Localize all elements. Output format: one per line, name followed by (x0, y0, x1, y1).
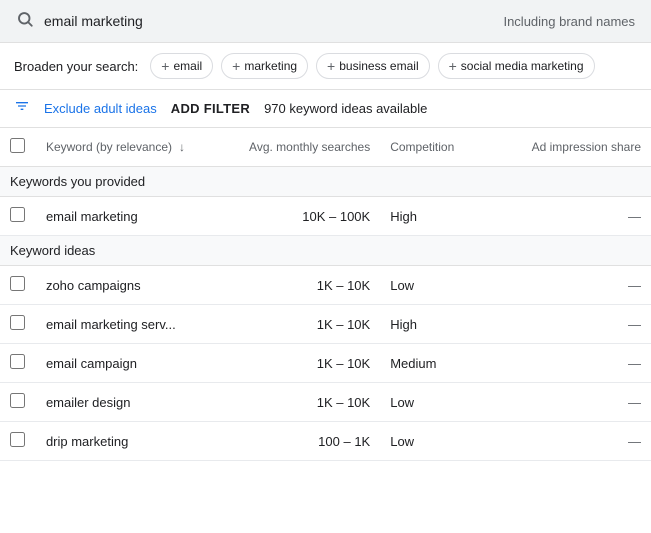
row-competition: Low (380, 422, 517, 461)
plus-icon: + (232, 58, 240, 74)
row-avg: 1K – 10K (216, 383, 381, 422)
tag-social-media-marketing[interactable]: + social media marketing (438, 53, 595, 79)
row-avg: 10K – 100K (216, 197, 381, 236)
section-title: Keyword ideas (0, 236, 651, 266)
tag-marketing-label: marketing (244, 59, 297, 73)
row-keyword: emailer design (36, 383, 216, 422)
row-checkbox[interactable] (10, 207, 25, 222)
table-row: emailer design 1K – 10K Low — (0, 383, 651, 422)
plus-icon: + (161, 58, 169, 74)
row-ad-impression: — (517, 383, 651, 422)
keyword-count: 970 keyword ideas available (264, 101, 427, 116)
row-checkbox-cell (0, 197, 36, 236)
section-header-row: Keywords you provided (0, 167, 651, 197)
row-keyword: email marketing serv... (36, 305, 216, 344)
row-keyword: email campaign (36, 344, 216, 383)
plus-icon: + (327, 58, 335, 74)
search-bar: email marketing Including brand names (0, 0, 651, 43)
table-row: zoho campaigns 1K – 10K Low — (0, 266, 651, 305)
header-keyword[interactable]: Keyword (by relevance) ↓ (36, 128, 216, 167)
select-all-checkbox[interactable] (10, 138, 25, 153)
search-icon (16, 10, 34, 32)
row-checkbox[interactable] (10, 393, 25, 408)
exclude-adult-link[interactable]: Exclude adult ideas (44, 101, 157, 116)
sort-arrow-icon: ↓ (179, 140, 185, 154)
plus-icon: + (449, 58, 457, 74)
row-avg: 1K – 10K (216, 305, 381, 344)
row-ad-impression: — (517, 197, 651, 236)
row-ad-impression: — (517, 266, 651, 305)
table-row: email campaign 1K – 10K Medium — (0, 344, 651, 383)
filter-icon (14, 98, 30, 119)
row-checkbox[interactable] (10, 354, 25, 369)
table-row: drip marketing 100 – 1K Low — (0, 422, 651, 461)
section-title: Keywords you provided (0, 167, 651, 197)
row-avg: 1K – 10K (216, 266, 381, 305)
tag-email-label: email (173, 59, 202, 73)
table-row: email marketing 10K – 100K High — (0, 197, 651, 236)
search-query: email marketing (44, 13, 493, 29)
header-competition[interactable]: Competition (380, 128, 517, 167)
row-avg: 100 – 1K (216, 422, 381, 461)
row-checkbox[interactable] (10, 432, 25, 447)
header-avg[interactable]: Avg. monthly searches (216, 128, 381, 167)
tag-marketing[interactable]: + marketing (221, 53, 308, 79)
tag-business-email[interactable]: + business email (316, 53, 430, 79)
header-ad-impression[interactable]: Ad impression share (517, 128, 651, 167)
row-avg: 1K – 10K (216, 344, 381, 383)
row-checkbox-cell (0, 344, 36, 383)
row-checkbox-cell (0, 305, 36, 344)
tag-social-media-marketing-label: social media marketing (461, 59, 584, 73)
broaden-label: Broaden your search: (14, 59, 138, 74)
tag-business-email-label: business email (339, 59, 418, 73)
row-checkbox-cell (0, 266, 36, 305)
row-competition: Medium (380, 344, 517, 383)
row-competition: Low (380, 383, 517, 422)
row-ad-impression: — (517, 344, 651, 383)
add-filter-button[interactable]: ADD FILTER (171, 101, 250, 116)
row-keyword: email marketing (36, 197, 216, 236)
header-checkbox-cell (0, 128, 36, 167)
row-ad-impression: — (517, 305, 651, 344)
header-keyword-label: Keyword (by relevance) (46, 140, 172, 154)
table-row: email marketing serv... 1K – 10K High — (0, 305, 651, 344)
row-checkbox[interactable] (10, 315, 25, 330)
row-checkbox-cell (0, 422, 36, 461)
broaden-row: Broaden your search: + email + marketing… (0, 43, 651, 90)
row-keyword: zoho campaigns (36, 266, 216, 305)
row-checkbox[interactable] (10, 276, 25, 291)
tag-email[interactable]: + email (150, 53, 213, 79)
row-competition: High (380, 197, 517, 236)
filter-row: Exclude adult ideas ADD FILTER 970 keywo… (0, 90, 651, 128)
row-checkbox-cell (0, 383, 36, 422)
brand-names-label: Including brand names (503, 14, 635, 29)
keywords-table: Keyword (by relevance) ↓ Avg. monthly se… (0, 128, 651, 461)
row-competition: Low (380, 266, 517, 305)
row-competition: High (380, 305, 517, 344)
row-keyword: drip marketing (36, 422, 216, 461)
row-ad-impression: — (517, 422, 651, 461)
section-header-row: Keyword ideas (0, 236, 651, 266)
